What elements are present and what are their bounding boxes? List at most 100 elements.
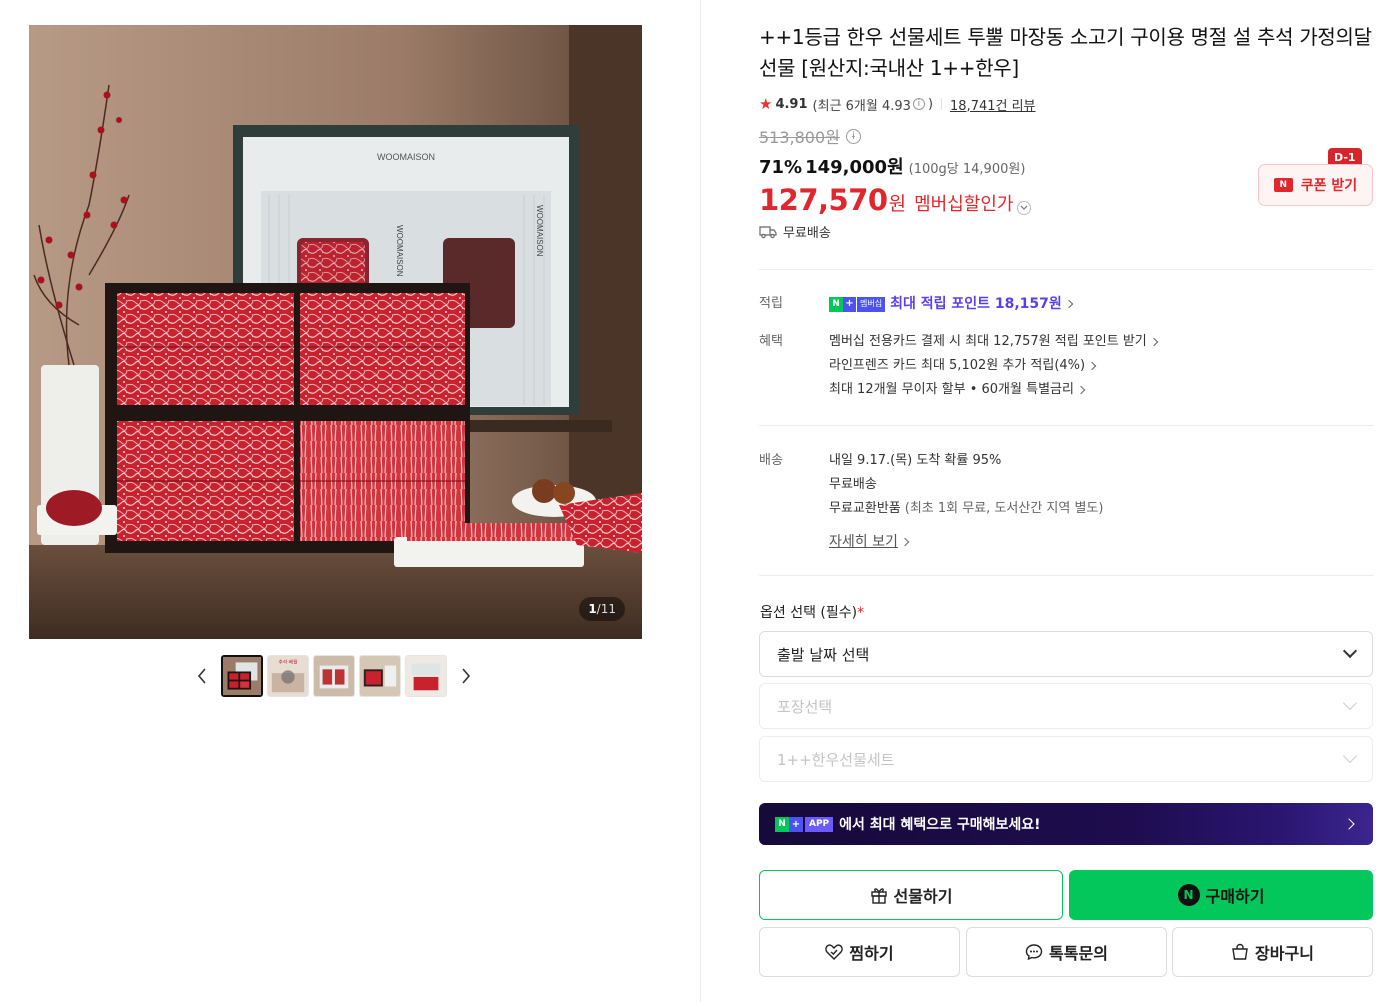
cart-label: 장바구니 bbox=[1255, 944, 1314, 963]
delivery-label: 배송 bbox=[759, 453, 783, 468]
benefit-text: 라인프렌즈 카드 최대 5,102원 추가 적립(4%) bbox=[829, 358, 1086, 373]
points-link[interactable]: N + 멤버십 최대 적립 포인트 18,157원 bbox=[829, 292, 1074, 316]
truck-icon bbox=[759, 225, 777, 238]
detail-link[interactable]: 자세히 보기 bbox=[829, 530, 1103, 554]
badge-app: APP bbox=[805, 816, 834, 832]
badge-n: N bbox=[775, 816, 789, 832]
thumb-prev-button[interactable] bbox=[190, 655, 214, 697]
rating-score: 4.91 bbox=[775, 96, 808, 112]
box-side-text-2: WOOMAISON bbox=[535, 205, 544, 257]
discount-rate: 71% bbox=[759, 157, 803, 178]
arrival-estimate: 내일 9.17.(목) 도착 확률 95% bbox=[829, 453, 1002, 468]
chevron-down-icon bbox=[1342, 748, 1358, 764]
select-label: 출발 날짜 선택 bbox=[777, 645, 870, 664]
chevron-down-icon bbox=[1342, 643, 1358, 659]
thumbnail-image bbox=[314, 656, 354, 696]
thumbnail-1[interactable] bbox=[221, 655, 263, 697]
cart-button[interactable]: 장바구니 bbox=[1172, 927, 1373, 977]
review-count-link[interactable]: 18,741건 리뷰 bbox=[950, 95, 1036, 114]
benefits-list: 멤버십 전용카드 결제 시 최대 12,757원 적립 포인트 받기 라인프렌즈… bbox=[829, 330, 1158, 402]
wishlist-label: 찜하기 bbox=[849, 944, 894, 963]
member-price-won: 원 bbox=[888, 193, 907, 215]
price-info-icon[interactable]: i bbox=[845, 128, 861, 144]
info-icon[interactable]: i bbox=[912, 98, 925, 110]
exchange-policy: 무료교환반품 (최초 1회 무료, 도서산간 지역 별도) bbox=[829, 497, 1103, 521]
departure-date-select[interactable]: 출발 날짜 선택 bbox=[759, 631, 1373, 677]
unit-price: (100g당 14,900원) bbox=[908, 162, 1026, 177]
chevron-down-icon bbox=[1342, 695, 1358, 711]
separator bbox=[941, 98, 943, 110]
thumbnail-list: 추석·배월 bbox=[221, 655, 447, 697]
chevron-left-icon bbox=[197, 668, 206, 684]
divider bbox=[759, 269, 1373, 270]
benefit-item[interactable]: 최대 12개월 무이자 할부 • 60개월 특별금리 bbox=[829, 378, 1157, 402]
product-photo: WOOMAISON WOOMAISON WOOMAISON bbox=[29, 25, 642, 639]
chevron-right-icon bbox=[1064, 299, 1074, 309]
app-banner-text: 에서 최대 혜택으로 구매해보세요! bbox=[839, 817, 1041, 833]
chevron-right-icon bbox=[1076, 385, 1086, 395]
badge-membership: 멤버십 bbox=[857, 296, 886, 312]
benefit-text: 멤버십 전용카드 결제 시 최대 12,757원 적립 포인트 받기 bbox=[829, 334, 1147, 349]
gift-set-select[interactable]: 1++한우선물세트 bbox=[759, 736, 1373, 782]
badge-n: N bbox=[829, 296, 843, 312]
thumbnail-image bbox=[360, 656, 400, 696]
talk-inquiry-button[interactable]: 톡톡문의 bbox=[966, 927, 1167, 977]
gift-label: 선물하기 bbox=[893, 887, 953, 906]
coupon-button[interactable]: N 쿠폰 받기 bbox=[1258, 164, 1373, 206]
image-counter: 1/11 bbox=[579, 597, 625, 621]
benefit-item[interactable]: 라인프렌즈 카드 최대 5,102원 추가 적립(4%) bbox=[829, 354, 1157, 378]
sale-price: 149,000원 bbox=[805, 157, 904, 178]
heart-check-icon bbox=[825, 944, 844, 960]
recent-rating: (최근 6개월 4.93 bbox=[812, 98, 911, 114]
talk-label: 톡톡문의 bbox=[1049, 944, 1108, 963]
chat-bubble-icon bbox=[1025, 944, 1043, 961]
option-title: 옵션 선택 (필수)* bbox=[760, 602, 864, 622]
detail-link-label: 자세히 보기 bbox=[829, 534, 898, 550]
naver-logo-icon: N bbox=[1273, 178, 1293, 192]
member-price: 127,570 bbox=[759, 183, 888, 217]
gift-button[interactable]: 선물하기 bbox=[759, 870, 1063, 920]
exchange-label: 무료교환반품 bbox=[829, 501, 901, 516]
option-title-text: 옵션 선택 (필수) bbox=[760, 605, 858, 621]
free-shipping-label: 무료배송 bbox=[783, 226, 831, 241]
badge-plus: + bbox=[843, 296, 856, 312]
box-side-text-1: WOOMAISON bbox=[395, 225, 404, 277]
thumbnail-4[interactable] bbox=[359, 655, 401, 697]
free-shipping-row: 무료배송 bbox=[759, 222, 831, 241]
original-price: 513,800원 bbox=[759, 128, 840, 147]
packaging-select[interactable]: 포장선택 bbox=[759, 683, 1373, 729]
thumbnail-strip: 추석·배월 bbox=[190, 655, 478, 697]
thumbnail-2[interactable]: 추석·배월 bbox=[267, 655, 309, 697]
points-label: 적립 bbox=[759, 296, 783, 311]
select-label: 1++한우선물세트 bbox=[777, 750, 895, 769]
buy-label: 구매하기 bbox=[1205, 887, 1265, 906]
shopping-bag-icon bbox=[1232, 943, 1248, 960]
chevron-right-icon bbox=[1343, 818, 1355, 830]
max-points-text: 최대 적립 포인트 18,157원 bbox=[890, 296, 1062, 312]
exchange-note: (최초 1회 무료, 도서산간 지역 별도) bbox=[904, 501, 1104, 516]
divider bbox=[759, 575, 1373, 576]
benefit-text: 최대 12개월 무이자 할부 • 60개월 특별금리 bbox=[829, 382, 1074, 397]
thumbnail-3[interactable] bbox=[313, 655, 355, 697]
main-product-image[interactable]: WOOMAISON WOOMAISON WOOMAISON 1/11 bbox=[29, 25, 642, 639]
rating-row: ★ 4.91 (최근 6개월 4.93 i ) 18,741건 리뷰 bbox=[759, 94, 1373, 114]
gift-icon bbox=[870, 888, 887, 904]
buy-button[interactable]: N 구매하기 bbox=[1069, 870, 1373, 920]
column-divider bbox=[700, 0, 701, 1002]
chevron-right-icon bbox=[900, 537, 910, 547]
thumbnail-5[interactable] bbox=[405, 655, 447, 697]
select-label: 포장선택 bbox=[777, 697, 833, 716]
delivery-fee: 무료배송 bbox=[829, 477, 877, 492]
chevron-down-icon[interactable] bbox=[1017, 201, 1032, 215]
chevron-right-icon bbox=[1087, 361, 1097, 371]
thumbnail-image bbox=[406, 656, 446, 696]
member-price-label: 멤버십할인가 bbox=[914, 194, 1014, 215]
benefit-item[interactable]: 멤버십 전용카드 결제 시 최대 12,757원 적립 포인트 받기 bbox=[829, 330, 1158, 354]
recent-rating-close: ) bbox=[927, 96, 934, 112]
wishlist-button[interactable]: 찜하기 bbox=[759, 927, 960, 977]
app-promo-banner[interactable]: N + APP 에서 최대 혜택으로 구매해보세요! bbox=[759, 803, 1373, 845]
thumbnail-image: 추석·배월 bbox=[268, 656, 308, 696]
chevron-right-icon bbox=[1149, 337, 1158, 347]
chevron-right-icon bbox=[462, 668, 471, 684]
thumb-next-button[interactable] bbox=[454, 655, 478, 697]
